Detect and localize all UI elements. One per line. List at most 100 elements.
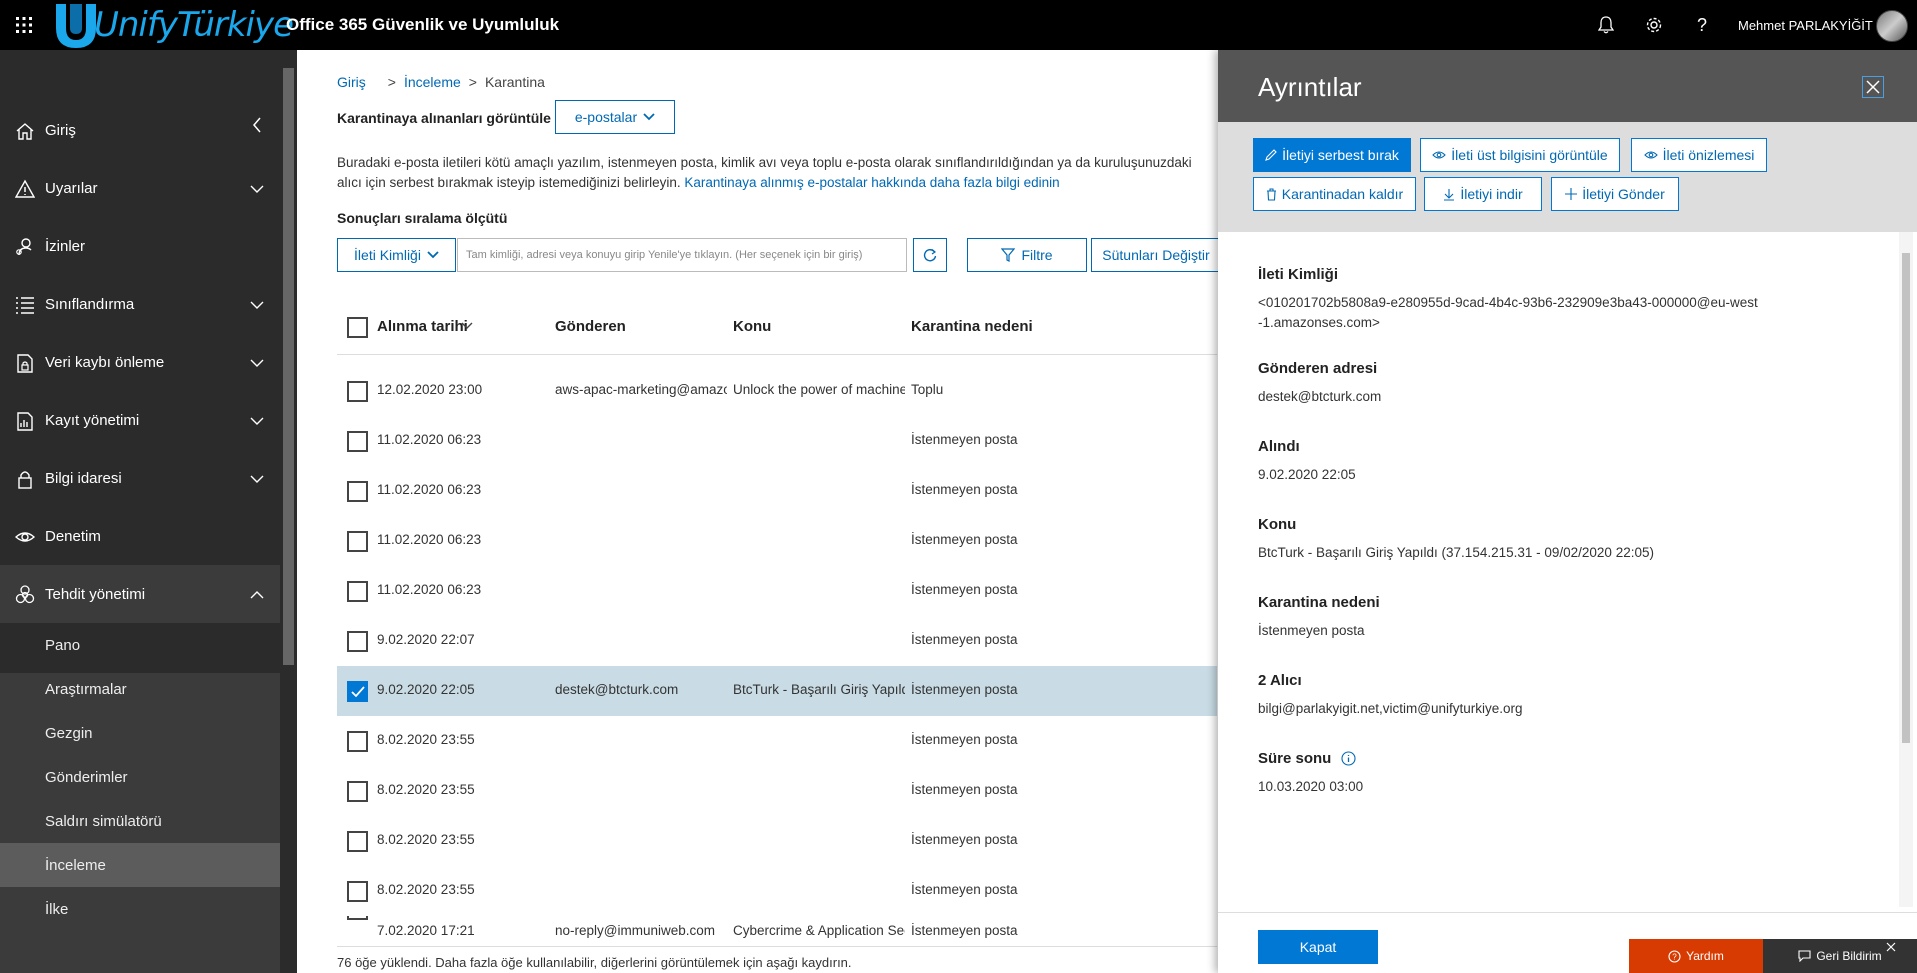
row-checkbox[interactable] — [347, 916, 368, 920]
table-row-selected[interactable]: 9.02.2020 22:05 destek@btcturk.com BtcTu… — [337, 666, 1217, 716]
user-name[interactable]: Mehmet PARLAKYİĞİT — [1738, 18, 1873, 33]
panel-scrollbar-thumb[interactable] — [1902, 253, 1910, 743]
nav-item-home[interactable]: Giriş — [0, 101, 280, 159]
cell-date: 11.02.2020 06:23 — [377, 432, 482, 447]
app-launcher-icon[interactable] — [8, 9, 40, 41]
field-sender-address: Gönderen adresi destek@btcturk.com — [1258, 360, 1858, 407]
view-dropdown[interactable]: e-postalar — [555, 100, 675, 134]
select-all-checkbox[interactable] — [347, 317, 368, 338]
items-loaded-note: 76 öğe yüklendi. Daha fazla öğe kullanıl… — [337, 955, 852, 970]
table-row[interactable]: 8.02.2020 23:55 İstenmeyen posta — [337, 866, 1217, 916]
view-headers-button[interactable]: İleti üst bilgisini görüntüle — [1420, 138, 1620, 172]
nav-item-dlp[interactable]: Veri kaybı önleme — [0, 333, 280, 391]
info-icon[interactable] — [1341, 751, 1356, 766]
close-feedback-icon[interactable] — [1884, 940, 1898, 954]
close-button[interactable]: Kapat — [1258, 930, 1378, 964]
refresh-button[interactable] — [913, 238, 947, 272]
table-row[interactable]: 11.02.2020 06:23 İstenmeyen posta — [337, 466, 1217, 516]
sort-dropdown[interactable]: İleti Kimliği — [337, 238, 456, 272]
row-checkbox[interactable] — [347, 381, 368, 402]
row-checkbox-checked[interactable] — [347, 681, 368, 702]
table-row[interactable]: 11.02.2020 06:23 İstenmeyen posta — [337, 566, 1217, 616]
close-icon[interactable] — [1862, 76, 1884, 98]
modify-columns-button[interactable]: Sütunları Değiştir — [1091, 238, 1221, 272]
table-row[interactable]: 7.02.2020 17:21 no-reply@immuniweb.com C… — [337, 916, 1217, 946]
nav-sub-review[interactable]: İnceleme — [0, 843, 280, 887]
row-checkbox[interactable] — [347, 431, 368, 452]
download-message-button[interactable]: İletiyi indir — [1424, 177, 1542, 211]
details-action-bar: İletiyi serbest bırak İleti üst bilgisin… — [1218, 122, 1917, 232]
nav-sub-label: İnceleme — [45, 856, 106, 874]
table-row[interactable]: 8.02.2020 23:55 İstenmeyen posta — [337, 816, 1217, 866]
nav-item-alerts[interactable]: Uyarılar — [0, 159, 280, 217]
chevron-down-icon — [248, 470, 266, 488]
row-checkbox[interactable] — [347, 781, 368, 802]
settings-gear-icon[interactable] — [1640, 11, 1668, 39]
view-dropdown-value: e-postalar — [574, 109, 638, 125]
learn-more-link[interactable]: Karantinaya alınmış e-postalar hakkında … — [684, 175, 1059, 190]
cell-date: 9.02.2020 22:05 — [377, 682, 475, 697]
biohazard-icon — [14, 584, 36, 606]
table-row[interactable]: 11.02.2020 06:23 İstenmeyen posta — [337, 516, 1217, 566]
column-header-subject[interactable]: Konu — [733, 318, 771, 335]
nav-sub-dashboard[interactable]: Pano — [0, 623, 280, 667]
search-input[interactable]: Tam kimliği, adresi veya konuyu girip Ye… — [457, 238, 907, 272]
field-expires: Süre sonu 10.03.2020 03:00 — [1258, 750, 1858, 797]
release-message-button[interactable]: İletiyi serbest bırak — [1253, 138, 1411, 172]
nav-item-info-governance[interactable]: Bilgi idaresi — [0, 449, 280, 507]
logo[interactable]: UnifyTürkiye — [52, 2, 294, 48]
column-header-reason[interactable]: Karantina nedeni — [911, 318, 1033, 335]
help-button[interactable]: ? Yardım — [1629, 939, 1763, 973]
permissions-icon — [14, 236, 36, 258]
column-header-date[interactable]: Alınma tarihi — [377, 318, 468, 335]
help-question-icon[interactable]: ? — [1688, 11, 1716, 39]
remove-from-quarantine-button[interactable]: Karantinadan kaldır — [1253, 177, 1416, 211]
submit-message-button[interactable]: İletiyi Gönder — [1551, 177, 1679, 211]
cell-date: 8.02.2020 23:55 — [377, 832, 475, 847]
nav-item-threat-management[interactable]: Tehdit yönetimi — [0, 565, 280, 623]
remove-from-quarantine-label: Karantinadan kaldır — [1281, 186, 1404, 202]
table-row[interactable]: 8.02.2020 23:55 İstenmeyen posta — [337, 766, 1217, 816]
row-checkbox[interactable] — [347, 531, 368, 552]
filter-button[interactable]: Filtre — [967, 238, 1087, 272]
table-row[interactable]: 11.02.2020 06:23 İstenmeyen posta — [337, 416, 1217, 466]
preview-message-button[interactable]: İleti önizlemesi — [1631, 138, 1767, 172]
nav-sub-submissions[interactable]: Gönderimler — [0, 755, 280, 799]
nav-sub-attack-simulator[interactable]: Saldırı simülatörü — [0, 799, 280, 843]
help-label: Yardım — [1686, 949, 1724, 963]
table-row[interactable]: 8.02.2020 23:55 İstenmeyen posta — [337, 716, 1217, 766]
breadcrumb-home[interactable]: Giriş — [337, 74, 366, 90]
cell-reason: İstenmeyen posta — [911, 682, 1018, 697]
nav-label: Sınıflandırma — [45, 295, 135, 313]
table-row[interactable]: 12.02.2020 23:00 aws-apac-marketing@amaz… — [337, 366, 1217, 416]
bell-icon[interactable] — [1592, 11, 1620, 39]
cell-subject: Cybercrime & Application Secur... — [733, 923, 905, 938]
row-checkbox[interactable] — [347, 481, 368, 502]
avatar[interactable] — [1876, 10, 1908, 42]
nav-item-records[interactable]: Kayıt yönetimi — [0, 391, 280, 449]
nav-label: Veri kaybı önleme — [45, 353, 165, 371]
nav-item-classification[interactable]: Sınıflandırma — [0, 275, 280, 333]
nav-item-audit[interactable]: Denetim — [0, 507, 280, 565]
nav-sub-explorer[interactable]: Gezgin — [0, 711, 280, 755]
row-checkbox[interactable] — [347, 581, 368, 602]
nav-sub-label: Saldırı simülatörü — [45, 812, 162, 830]
view-headers-label: İleti üst bilgisini görüntüle — [1451, 147, 1608, 163]
row-checkbox[interactable] — [347, 631, 368, 652]
row-checkbox[interactable] — [347, 731, 368, 752]
cell-subject: Unlock the power of machine le... — [733, 382, 905, 397]
nav-sub-explorations[interactable]: Araştırmalar — [0, 667, 280, 711]
row-checkbox[interactable] — [347, 881, 368, 902]
table-row[interactable]: 9.02.2020 22:07 İstenmeyen posta — [337, 616, 1217, 666]
sidebar-scrollbar-thumb[interactable] — [283, 68, 294, 665]
cell-sender: no-reply@immuniweb.com — [555, 923, 716, 938]
column-header-sender[interactable]: Gönderen — [555, 318, 626, 335]
nav-item-permissions[interactable]: İzinler — [0, 217, 280, 275]
nav-sub-policy[interactable]: İlke — [0, 887, 280, 931]
breadcrumb-review[interactable]: İnceleme — [404, 74, 461, 90]
list-icon — [14, 294, 36, 316]
cell-reason: İstenmeyen posta — [911, 532, 1018, 547]
footer-divider — [337, 946, 1217, 947]
sort-chevron-down-icon[interactable] — [461, 322, 473, 330]
row-checkbox[interactable] — [347, 831, 368, 852]
